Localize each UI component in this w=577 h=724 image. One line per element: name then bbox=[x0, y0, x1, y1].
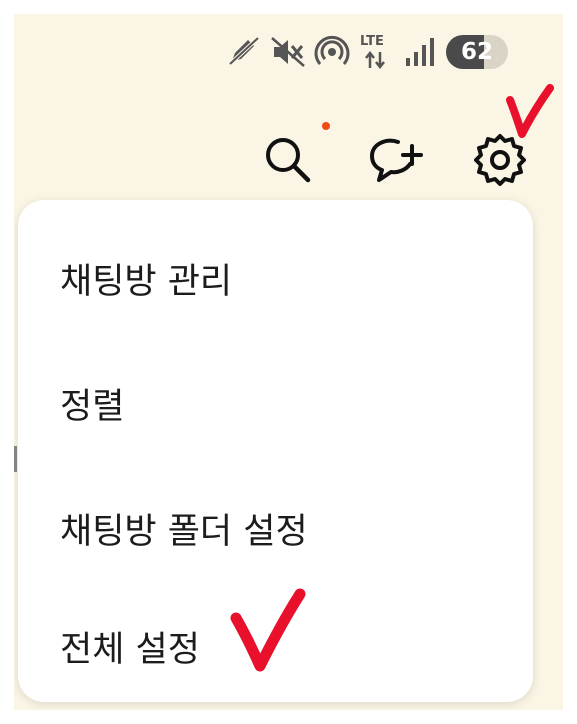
gear-icon bbox=[472, 132, 528, 192]
mute-icon bbox=[268, 34, 308, 70]
app-screen: LTE 62 채팅방 관리 정렬 채팅방 폴더 설정 전체 설정 bbox=[14, 14, 563, 710]
background-list-edge bbox=[14, 446, 17, 472]
overflow-menu: 채팅방 관리 정렬 채팅방 폴더 설정 전체 설정 bbox=[18, 200, 533, 702]
menu-item-label: 정렬 bbox=[60, 386, 125, 427]
search-button[interactable] bbox=[258, 132, 318, 192]
status-bar: LTE 62 bbox=[224, 32, 508, 72]
menu-item-label: 전체 설정 bbox=[60, 629, 200, 670]
menu-item-sort[interactable]: 정렬 bbox=[18, 341, 533, 465]
signal-icon bbox=[400, 34, 440, 70]
pen-off-icon bbox=[224, 34, 264, 70]
menu-item-manage-chatrooms[interactable]: 채팅방 관리 bbox=[18, 216, 533, 340]
lte-indicator: LTE bbox=[356, 34, 396, 70]
battery-percent: 62 bbox=[460, 39, 493, 65]
menu-item-label: 채팅방 관리 bbox=[60, 261, 233, 302]
menu-item-label: 채팅방 폴더 설정 bbox=[60, 511, 308, 552]
menu-item-folder-settings[interactable]: 채팅방 폴더 설정 bbox=[18, 466, 533, 590]
new-chat-button[interactable] bbox=[366, 132, 426, 192]
hotspot-icon bbox=[312, 34, 352, 70]
search-icon bbox=[262, 134, 314, 190]
notification-dot bbox=[322, 122, 330, 130]
menu-item-all-settings[interactable]: 전체 설정 bbox=[18, 584, 533, 708]
settings-button[interactable] bbox=[470, 132, 530, 192]
chat-plus-icon bbox=[366, 132, 426, 192]
battery-indicator: 62 bbox=[446, 35, 508, 69]
